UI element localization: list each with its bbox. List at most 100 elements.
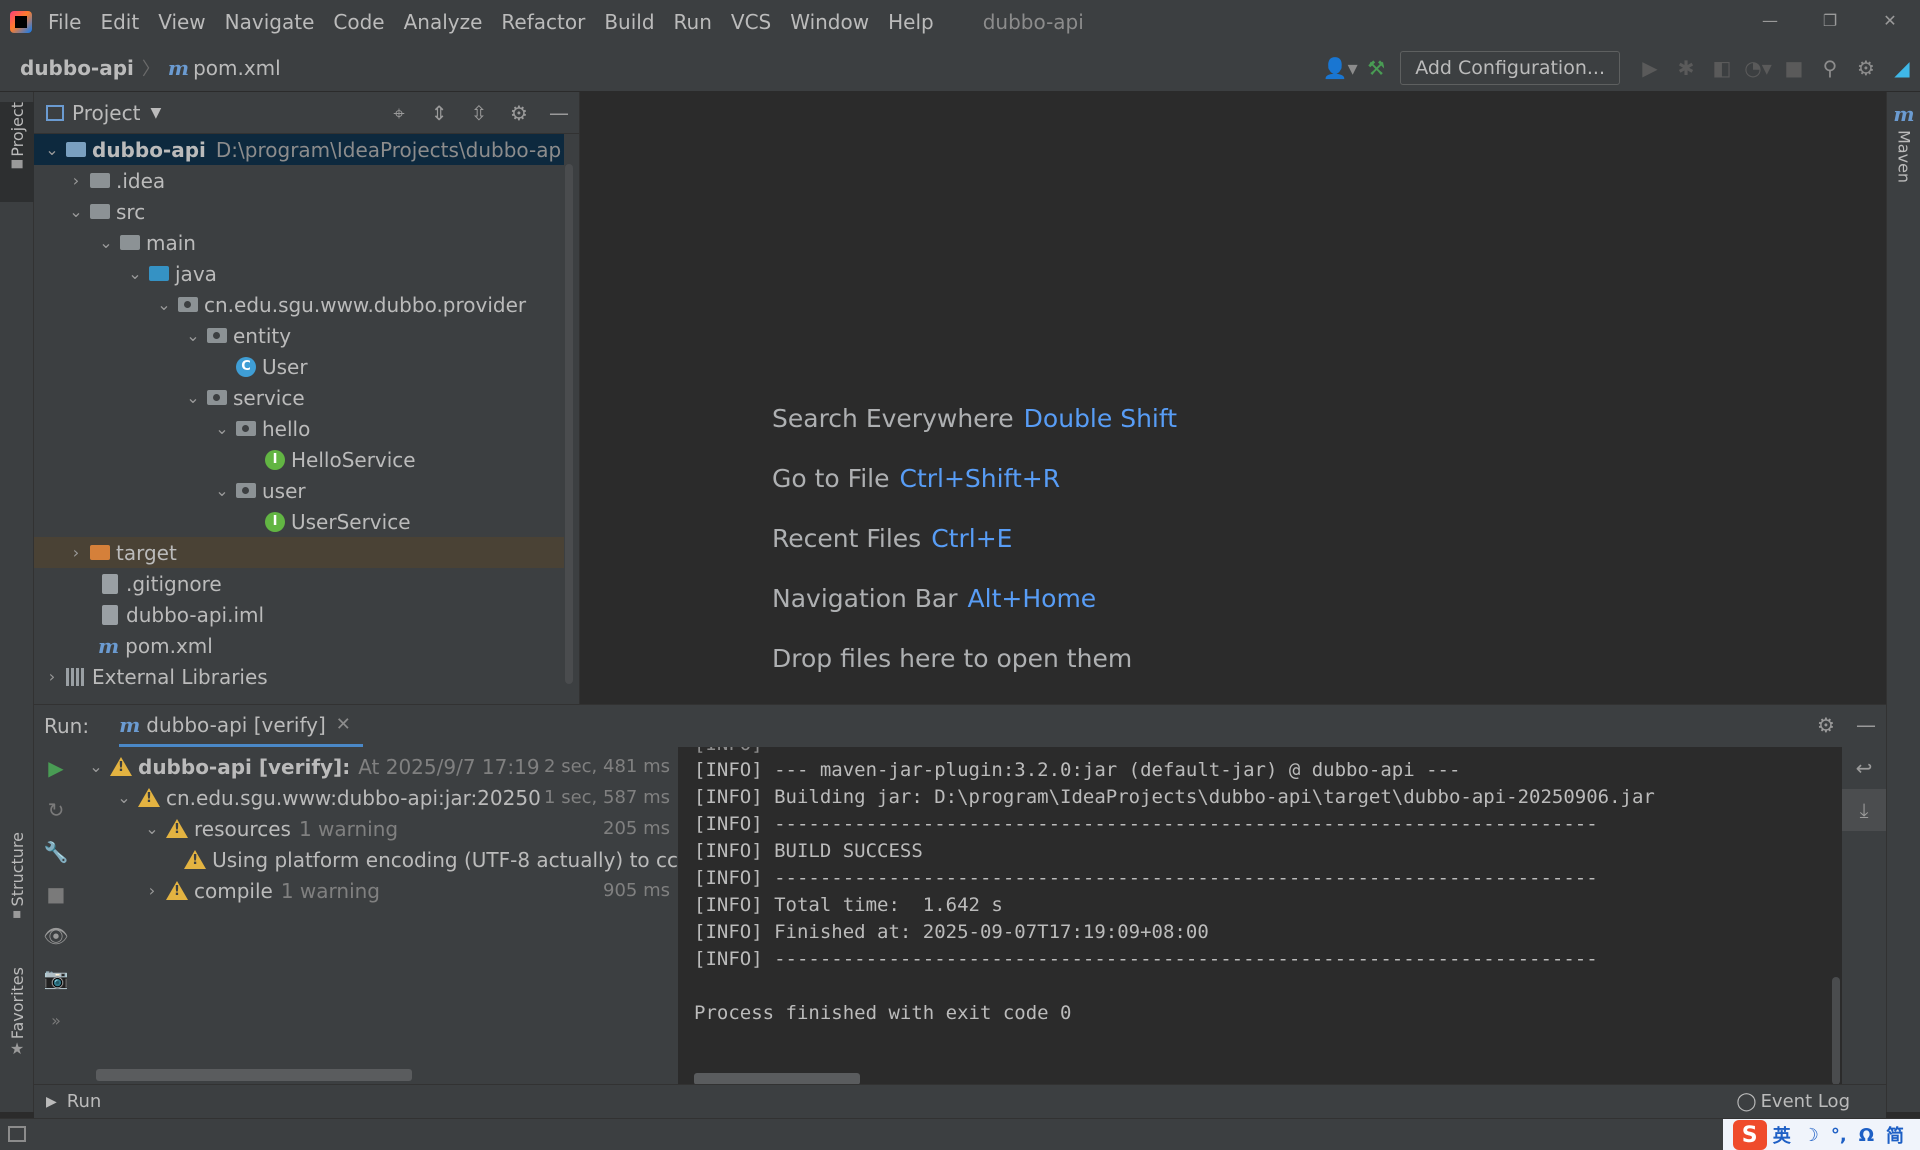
hide-icon[interactable]: — <box>1846 705 1886 745</box>
locate-icon[interactable]: ⌖ <box>379 93 419 133</box>
settings-gear-icon[interactable]: ⚙ <box>499 93 539 133</box>
console-output[interactable]: [INFO] [INFO] --- maven-jar-plugin:3.2.0… <box>678 747 1848 1085</box>
sogou-logo-icon[interactable]: S <box>1732 1120 1767 1150</box>
chevron-down-icon[interactable]: ⌄ <box>96 233 116 252</box>
stop-icon[interactable]: ■ <box>34 873 78 915</box>
scroll-to-end-icon[interactable]: ⤓ <box>1842 789 1886 831</box>
menu-refactor[interactable]: Refactor <box>501 10 585 34</box>
wrench-icon[interactable]: 🔧 <box>34 831 78 873</box>
menu-help[interactable]: Help <box>888 10 934 34</box>
chevron-down-icon[interactable]: ⌄ <box>183 388 203 407</box>
tree-item-user-class[interactable]: C User <box>34 351 564 382</box>
menu-window[interactable]: Window <box>790 10 869 34</box>
profile-icon[interactable]: ◔▾ <box>1740 50 1776 86</box>
hint-shortcut[interactable]: Ctrl+Shift+R <box>900 464 1061 493</box>
tree-item-main[interactable]: ⌄ main <box>34 227 564 258</box>
build-row-resources[interactable]: ⌄ resources 1 warning 205 ms <box>80 813 678 844</box>
minimize-icon[interactable]: — <box>1740 0 1800 40</box>
rerun-icon[interactable]: ▶ <box>34 747 78 789</box>
tree-item-idea[interactable]: › .idea <box>34 165 564 196</box>
chevron-down-icon[interactable]: ⌄ <box>154 295 174 314</box>
chevron-down-icon[interactable]: ⌄ <box>42 140 62 159</box>
build-row-encoding-warning[interactable]: Using platform encoding (UTF-8 actually)… <box>80 844 678 875</box>
chevron-down-icon[interactable]: ⌄ <box>114 788 134 807</box>
settings-gear-icon[interactable]: ⚙ <box>1848 50 1884 86</box>
bottom-tab-run[interactable]: ▶ Run <box>46 1091 101 1112</box>
tree-item-hello[interactable]: ⌄ hello <box>34 413 564 444</box>
debug-icon[interactable]: ✱ <box>1668 50 1704 86</box>
tree-item-external-libraries[interactable]: › External Libraries <box>34 661 564 692</box>
tree-item-java[interactable]: ⌄ java <box>34 258 564 289</box>
bottom-tab-event-log[interactable]: ◯ Event Log <box>1736 1091 1850 1112</box>
vertical-scrollbar[interactable] <box>565 164 573 684</box>
menu-build[interactable]: Build <box>604 10 654 34</box>
coverage-icon[interactable]: ◧ <box>1704 50 1740 86</box>
tree-item-pom[interactable]: m pom.xml <box>34 630 564 661</box>
breadcrumb-file[interactable]: pom.xml <box>193 56 281 80</box>
tool-tab-project[interactable]: Project ▀ <box>0 102 34 202</box>
build-row-verify[interactable]: ⌄ dubbo-api [verify]: At 2025/9/7 17:19 … <box>80 751 678 782</box>
vertical-scrollbar[interactable] <box>1832 977 1840 1085</box>
punctuation-icon[interactable]: °, <box>1831 1125 1847 1146</box>
settings-gear-icon[interactable]: ⚙ <box>1806 705 1846 745</box>
chevron-right-icon[interactable]: › <box>66 543 86 562</box>
tree-item-user-package[interactable]: ⌄ user <box>34 475 564 506</box>
menu-run[interactable]: Run <box>674 10 712 34</box>
chevron-right-icon[interactable]: › <box>66 171 86 190</box>
tree-item-user-service[interactable]: I UserService <box>34 506 564 537</box>
run-tab-dubbo-api-verify[interactable]: m dubbo-api [verify] ✕ <box>119 705 363 747</box>
build-row-jar[interactable]: ⌄ cn.edu.sgu.www:dubbo-api:jar:202509( 1… <box>80 782 678 813</box>
menu-file[interactable]: File <box>48 10 81 34</box>
omega-icon[interactable]: Ω <box>1859 1125 1874 1146</box>
tool-tab-maven[interactable]: m Maven <box>1887 102 1920 183</box>
moon-icon[interactable]: ☽ <box>1803 1125 1819 1146</box>
chevron-down-icon[interactable]: ⌄ <box>212 419 232 438</box>
camera-icon[interactable]: 📷 <box>34 957 78 999</box>
chevron-right-icon[interactable]: › <box>42 667 62 686</box>
tree-item-iml[interactable]: dubbo-api.iml <box>34 599 564 630</box>
toggle-tool-windows-icon[interactable] <box>8 1126 26 1142</box>
chevron-down-icon[interactable]: ⌄ <box>142 819 162 838</box>
menu-analyze[interactable]: Analyze <box>404 10 483 34</box>
chevron-down-icon[interactable]: ⌄ <box>212 481 232 500</box>
collapse-all-icon[interactable]: ⇳ <box>459 93 499 133</box>
soft-wrap-icon[interactable]: ↩ <box>1842 747 1886 789</box>
chevron-down-icon[interactable]: ⌄ <box>125 264 145 283</box>
tool-tab-favorites[interactable]: Favorites ★ <box>0 967 34 1058</box>
menu-view[interactable]: View <box>158 10 205 34</box>
tree-item-src[interactable]: ⌄ src <box>34 196 564 227</box>
menu-code[interactable]: Code <box>333 10 384 34</box>
chevron-down-icon[interactable]: ⌄ <box>183 326 203 345</box>
menu-vcs[interactable]: VCS <box>731 10 771 34</box>
tool-tab-structure[interactable]: Structure ▪ <box>0 832 34 922</box>
jetbrains-toolbox-icon[interactable]: ◢ <box>1884 50 1920 86</box>
chevron-down-icon[interactable]: ⌄ <box>86 757 106 776</box>
close-icon[interactable]: ✕ <box>336 714 351 735</box>
restore-icon[interactable]: ❐ <box>1800 0 1860 40</box>
tree-item-target[interactable]: › target <box>34 537 564 568</box>
tree-item-dubbo-api[interactable]: ⌄ dubbo-api D:\program\IdeaProjects\dubb… <box>34 134 564 165</box>
ime-language[interactable]: 英 <box>1773 1122 1791 1148</box>
menu-navigate[interactable]: Navigate <box>225 10 315 34</box>
stop-icon[interactable]: ■ <box>1776 50 1812 86</box>
chevron-down-icon[interactable]: ⌄ <box>66 202 86 221</box>
user-icon[interactable]: 👤▾ <box>1322 50 1358 86</box>
breadcrumb-project[interactable]: dubbo-api <box>20 56 134 80</box>
more-icon[interactable]: » <box>34 999 78 1041</box>
hint-shortcut[interactable]: Ctrl+E <box>931 524 1012 553</box>
add-configuration-button[interactable]: Add Configuration... <box>1400 51 1620 85</box>
project-view-dropdown[interactable]: Project ▼ <box>46 101 161 125</box>
hint-shortcut[interactable]: Alt+Home <box>968 584 1097 613</box>
tree-item-gitignore[interactable]: .gitignore <box>34 568 564 599</box>
ime-simplified[interactable]: 简 <box>1886 1122 1904 1148</box>
horizontal-scrollbar[interactable] <box>96 1069 412 1081</box>
hide-icon[interactable]: — <box>539 93 579 133</box>
chevron-right-icon[interactable]: › <box>142 881 162 900</box>
rerun-failed-icon[interactable]: ↻ <box>34 789 78 831</box>
tree-item-hello-service[interactable]: I HelloService <box>34 444 564 475</box>
tree-item-package-provider[interactable]: ⌄ cn.edu.sgu.www.dubbo.provider <box>34 289 564 320</box>
build-row-compile[interactable]: › compile 1 warning 905 ms <box>80 875 678 906</box>
tree-item-entity[interactable]: ⌄ entity <box>34 320 564 351</box>
expand-all-icon[interactable]: ⇕ <box>419 93 459 133</box>
menu-edit[interactable]: Edit <box>100 10 139 34</box>
